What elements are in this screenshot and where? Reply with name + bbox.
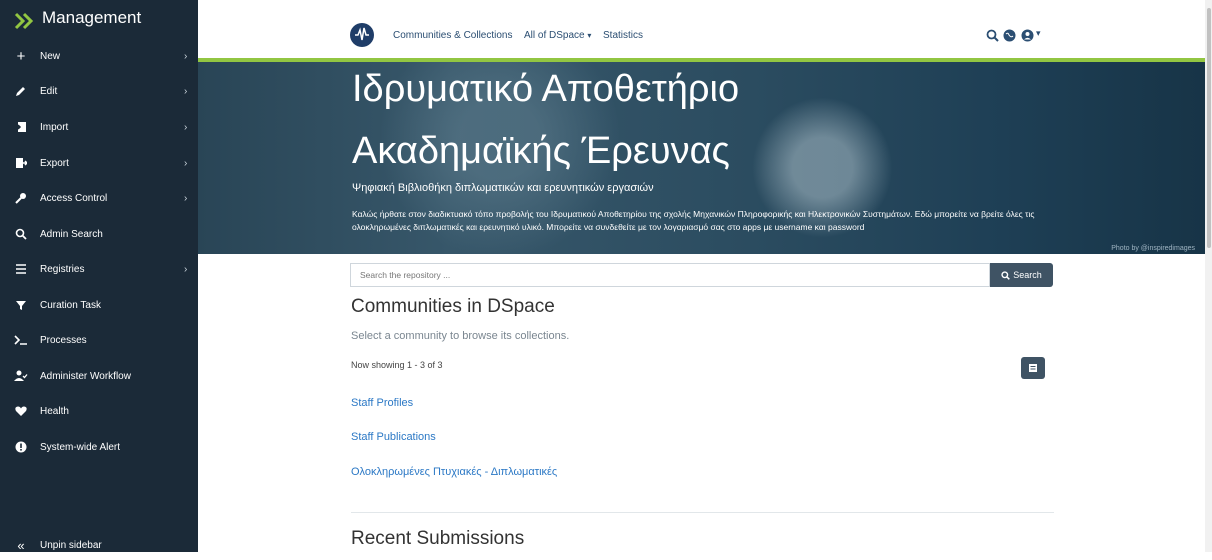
sidebar-item-label: Import: [40, 121, 69, 133]
admin-sidebar: Management + New › Edit › Import › Expor…: [0, 0, 198, 553]
chevron-right-icon: ›: [184, 50, 188, 62]
chevron-right-icon: ›: [184, 121, 188, 133]
sidebar-item-label: Admin Search: [40, 228, 103, 240]
recent-submissions-heading: Recent Submissions: [351, 528, 525, 549]
sidebar-item-label: Health: [40, 405, 69, 417]
sidebar-item-label: System-wide Alert: [40, 441, 121, 453]
sidebar-item-edit[interactable]: Edit ›: [0, 76, 198, 106]
nav-communities-collections[interactable]: Communities & Collections: [393, 30, 513, 41]
sidebar-item-curation-task[interactable]: Curation Task: [0, 290, 198, 320]
section-divider: [351, 512, 1054, 513]
search-icon: [14, 227, 28, 241]
community-link[interactable]: Staff Publications: [351, 431, 436, 443]
chevron-right-icon: ›: [184, 263, 188, 275]
pencil-icon: [14, 84, 28, 98]
terminal-icon: [14, 333, 28, 347]
sidebar-item-health[interactable]: Health: [0, 396, 198, 426]
photo-credit[interactable]: Photo by @inspiredimages: [1111, 245, 1195, 252]
import-icon: [14, 120, 28, 134]
sidebar-item-import[interactable]: Import ›: [0, 112, 198, 142]
export-icon: [14, 156, 28, 170]
banner-welcome-text: Καλώς ήρθατε στον διαδικτυακό τόπο προβο…: [352, 209, 1035, 232]
banner-title-line1: Ιδρυματικό Αποθετήριο: [352, 68, 740, 110]
dspace-logo-icon: [14, 12, 34, 30]
user-circle-icon[interactable]: [1021, 29, 1034, 42]
repository-search-input[interactable]: Search the repository ...: [350, 263, 990, 287]
sidebar-header: Management: [0, 0, 198, 38]
search-button-label: Search: [1013, 270, 1042, 280]
list-view-icon: [1029, 364, 1037, 372]
sidebar-item-registries[interactable]: Registries ›: [0, 254, 198, 284]
sidebar-title: Management: [42, 8, 142, 27]
plus-icon: +: [16, 47, 26, 65]
home-banner: Ιδρυματικό Αποθετήριο Ακαδημαϊκής Έρευνα…: [198, 62, 1205, 254]
unpin-sidebar-label: Unpin sidebar: [40, 539, 102, 551]
globe-icon[interactable]: [1003, 29, 1016, 42]
search-icon: [1001, 270, 1011, 280]
banner-subtitle: Ψηφιακή Βιβλιοθήκη διπλωματικών και ερευ…: [352, 182, 654, 194]
chevron-right-icon: ›: [184, 157, 188, 169]
chevron-right-icon: ›: [184, 85, 188, 97]
nav-all-of-dspace[interactable]: All of DSpace ▾: [524, 30, 591, 41]
list-icon: [14, 262, 28, 276]
sidebar-item-label: Edit: [40, 85, 58, 97]
community-link[interactable]: Ολοκληρωμένες Πτυχιακές - Διπλωματικές: [351, 466, 557, 478]
sidebar-item-label: New: [40, 50, 61, 62]
banner-title-line2: Ακαδημαϊκής Έρευνας: [352, 130, 730, 172]
dspace-home-logo[interactable]: [350, 23, 374, 47]
pagination-showing: Now showing 1 - 3 of 3: [351, 360, 443, 370]
sidebar-item-label: Access Control: [40, 192, 108, 204]
caret-down-icon: ▾: [587, 31, 592, 40]
nav-all-of-dspace-label: All of DSpace: [524, 30, 585, 41]
sidebar-item-label: Administer Workflow: [40, 370, 131, 382]
sidebar-item-access-control[interactable]: Access Control ›: [0, 183, 198, 213]
filter-icon: [14, 298, 28, 312]
double-chevron-left-icon: «: [17, 537, 25, 553]
scrollbar-thumb[interactable]: [1207, 8, 1211, 248]
nav-statistics[interactable]: Statistics: [603, 30, 643, 41]
communities-description: Select a community to browse its collect…: [351, 330, 570, 342]
sidebar-item-administer-workflow[interactable]: Administer Workflow: [0, 361, 198, 391]
sidebar-item-label: Curation Task: [40, 299, 101, 311]
unpin-sidebar-button[interactable]: « Unpin sidebar: [0, 530, 198, 560]
sidebar-item-processes[interactable]: Processes: [0, 325, 198, 355]
user-check-icon: [14, 369, 28, 383]
top-navbar: Communities & Collections All of DSpace …: [198, 0, 1205, 62]
search-button[interactable]: Search: [990, 263, 1053, 287]
sidebar-item-label: Processes: [40, 334, 87, 346]
sidebar-item-system-wide-alert[interactable]: System-wide Alert: [0, 432, 198, 462]
waveform-icon: [355, 27, 369, 41]
chevron-right-icon: ›: [184, 192, 188, 204]
alert-circle-icon: [14, 440, 28, 454]
heartbeat-icon: [14, 404, 28, 418]
sidebar-item-new[interactable]: + New ›: [0, 41, 198, 71]
view-mode-button[interactable]: [1021, 357, 1045, 379]
search-icon[interactable]: [986, 29, 999, 42]
caret-down-icon[interactable]: ▾: [1036, 28, 1041, 39]
community-link[interactable]: Staff Profiles: [351, 397, 413, 409]
sidebar-item-label: Registries: [40, 263, 85, 275]
communities-heading: Communities in DSpace: [351, 296, 555, 317]
key-icon: [14, 191, 28, 205]
sidebar-item-admin-search[interactable]: Admin Search: [0, 219, 198, 249]
sidebar-item-export[interactable]: Export ›: [0, 148, 198, 178]
sidebar-item-label: Export: [40, 157, 69, 169]
